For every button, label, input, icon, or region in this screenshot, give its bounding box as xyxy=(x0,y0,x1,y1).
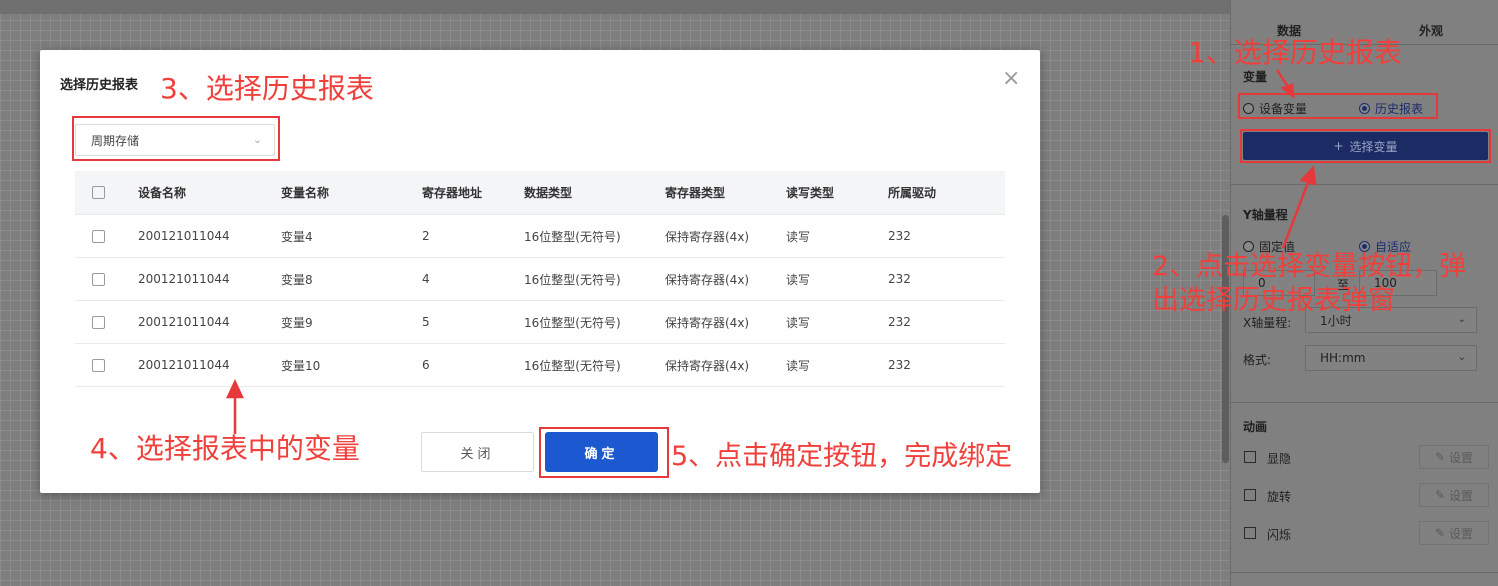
arrow-step2-head xyxy=(1299,165,1317,186)
annotation-step4: 4、选择报表中的变量 xyxy=(90,432,360,465)
annotation-step3: 3、选择历史报表 xyxy=(160,72,374,105)
annotation-step2: 2、点击选择变量按钮，弹出选择历史报表弹窗 xyxy=(1152,251,1467,316)
annotation-step5: 5、点击确定按钮，完成绑定 xyxy=(671,441,1013,472)
annotation-step1: 1、选择历史报表 xyxy=(1188,36,1402,69)
arrow-step4-head xyxy=(226,379,244,399)
arrow-step1-head xyxy=(1280,83,1295,99)
arrow-step2-line xyxy=(1281,179,1311,249)
